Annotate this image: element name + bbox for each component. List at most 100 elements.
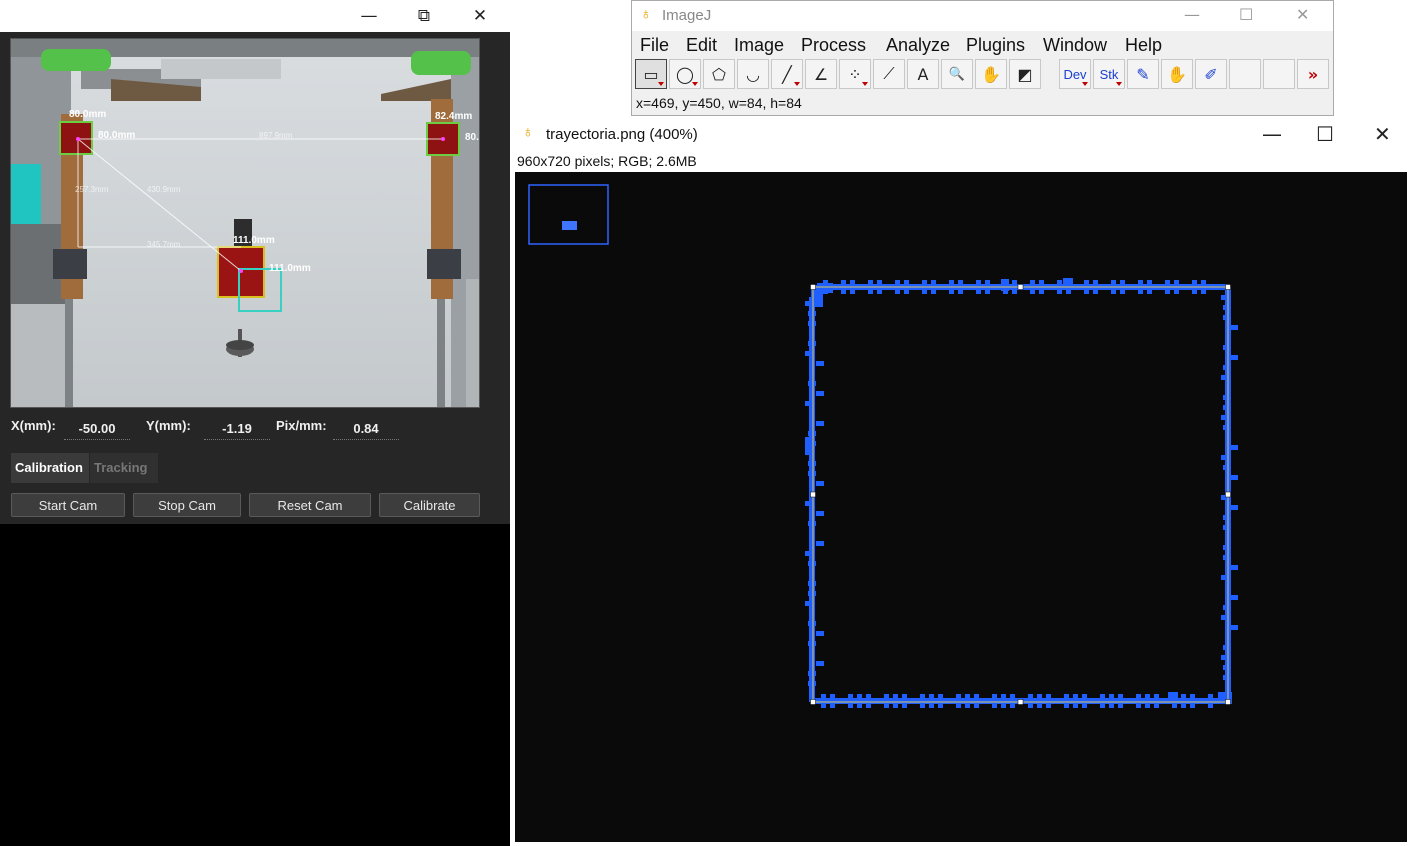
roi-handle[interactable] (810, 284, 816, 290)
flood-fill-tool-icon[interactable]: ✋ (1161, 59, 1193, 89)
trajectory-segment (816, 661, 824, 666)
close-icon[interactable]: ✕ (457, 0, 503, 32)
text-tool-icon[interactable]: A (907, 59, 939, 89)
trajectory-segment (805, 351, 813, 356)
pencil-tool-icon[interactable]: ✐ (1195, 59, 1227, 89)
color-picker-tool-icon[interactable]: ◩ (1009, 59, 1041, 89)
maximize-icon[interactable]: ☐ (1239, 5, 1253, 24)
camera-view[interactable]: 80.0mm 80.0mm 82.4mm 80. 111.0mm 111.0mm… (10, 38, 480, 408)
dev-menu-icon[interactable]: Dev (1059, 59, 1091, 89)
tracking-app-titlebar: — ⧉ ✕ (0, 0, 510, 32)
trajectory-segment (1109, 694, 1114, 708)
trajectory-segment (1082, 694, 1087, 708)
angle-tool-icon[interactable]: ∠ (805, 59, 837, 89)
distance-label: 430.9mm (147, 185, 181, 194)
menu-image[interactable]: Image (734, 35, 784, 56)
tab-tracking[interactable]: Tracking (90, 453, 158, 483)
trajectory-segment (808, 671, 816, 676)
stop-cam-button[interactable]: Stop Cam (133, 493, 241, 517)
menu-file[interactable]: File (640, 35, 669, 56)
tab-calibration[interactable]: Calibration (11, 453, 89, 483)
start-cam-button[interactable]: Start Cam (11, 493, 125, 517)
roi-rectangle[interactable] (812, 286, 1229, 703)
trajectory-segment (816, 481, 824, 486)
roi-handle[interactable] (1225, 284, 1231, 290)
multipoint-tool-icon[interactable]: ⁘ (839, 59, 871, 89)
menu-analyze[interactable]: Analyze (886, 35, 950, 56)
trajectory-segment (1001, 694, 1006, 708)
imagej-menubar: File Edit Image Process Analyze Plugins … (632, 32, 1333, 58)
image-canvas[interactable] (515, 172, 1407, 842)
trajectory-segment (866, 694, 871, 708)
hand-tool-icon[interactable]: ✋ (975, 59, 1007, 89)
minimize-icon[interactable]: — (1184, 5, 1200, 24)
minimize-icon[interactable]: — (1262, 122, 1282, 146)
minimize-icon[interactable]: — (346, 0, 392, 32)
tool-glyph: ∠ (813, 64, 829, 84)
trajectory-segment (1223, 515, 1231, 520)
roi-handle[interactable] (1225, 699, 1231, 705)
trajectory-segment (808, 581, 816, 586)
menu-help[interactable]: Help (1125, 35, 1162, 56)
brush-tool-icon[interactable]: ✎ (1127, 59, 1159, 89)
trajectory-segment (1230, 445, 1238, 450)
tool-glyph: » (1307, 64, 1319, 84)
close-icon[interactable]: ✕ (1296, 5, 1309, 24)
trajectory-segment (808, 681, 816, 686)
rectangle-tool-icon[interactable]: ▭ (635, 59, 667, 89)
tool-glyph: ⬠ (712, 64, 726, 84)
trajectory-segment (808, 321, 816, 326)
line-tool-icon[interactable]: ╱ (771, 59, 803, 89)
imagej-titlebar: ♁ ImageJ — ☐ ✕ (632, 1, 1333, 31)
more-tools-icon[interactable]: » (1297, 59, 1329, 89)
close-icon[interactable]: ✕ (1374, 122, 1391, 146)
trajectory-segment (1230, 505, 1238, 510)
roi-handle[interactable] (1017, 284, 1024, 290)
trajectory-segment (1230, 355, 1238, 360)
x-mm-value: -50.00 (64, 421, 130, 440)
trajectory-segment (1208, 694, 1213, 708)
imagej-title: ImageJ (662, 7, 712, 24)
trajectory-segment (1145, 694, 1150, 708)
trajectory-segment (1223, 545, 1231, 550)
marker-label: 80.0mm (69, 109, 106, 120)
trajectory-segment (808, 311, 816, 316)
trajectory-segment (848, 694, 853, 708)
trajectory-segment (857, 694, 862, 708)
oval-tool-icon[interactable]: ◯ (669, 59, 701, 89)
image-window: ♁ trayectoria.png (400%) — ☐ ✕ 960x720 p… (510, 116, 1417, 846)
roi-handle[interactable] (1225, 491, 1231, 498)
tool-glyph: ◯ (676, 64, 694, 84)
trajectory-segment (1223, 555, 1231, 560)
trajectory-segment (808, 591, 816, 596)
trajectory-segment (1223, 365, 1231, 370)
calibrate-button[interactable]: Calibrate (379, 493, 480, 517)
trajectory-segment (1118, 694, 1123, 708)
roi-handle[interactable] (810, 699, 816, 705)
roi-handle[interactable] (810, 491, 816, 498)
stk-menu-icon[interactable]: Stk (1093, 59, 1125, 89)
distance-label: 345.7mm (147, 240, 181, 249)
maximize-icon[interactable]: ☐ (1316, 122, 1334, 146)
tracking-app-empty-area (0, 524, 510, 846)
tool-glyph: ⟋ (883, 64, 895, 83)
magnifier-tool-icon[interactable]: 🔍 (941, 59, 973, 89)
trajectory-segment (1001, 279, 1009, 291)
menu-plugins[interactable]: Plugins (966, 35, 1025, 56)
menu-process[interactable]: Process (801, 35, 866, 56)
roi-handle[interactable] (1017, 699, 1024, 705)
marker-sublabel: 111.0mm (269, 263, 311, 274)
restore-icon[interactable]: ⧉ (401, 0, 447, 32)
menu-window[interactable]: Window (1043, 35, 1107, 56)
freehand-tool-icon[interactable]: ◡ (737, 59, 769, 89)
polygon-tool-icon[interactable]: ⬠ (703, 59, 735, 89)
trajectory-segment (830, 694, 835, 708)
reset-cam-button[interactable]: Reset Cam (249, 493, 371, 517)
tool-glyph: Stk (1099, 66, 1119, 82)
empty-slot-icon (1263, 59, 1295, 89)
menu-edit[interactable]: Edit (686, 35, 717, 56)
navigator-view-rect (562, 221, 577, 230)
wand-tool-icon[interactable]: ⟋ (873, 59, 905, 89)
image-title: trayectoria.png (400%) (546, 126, 698, 143)
navigator-box[interactable] (528, 184, 609, 245)
